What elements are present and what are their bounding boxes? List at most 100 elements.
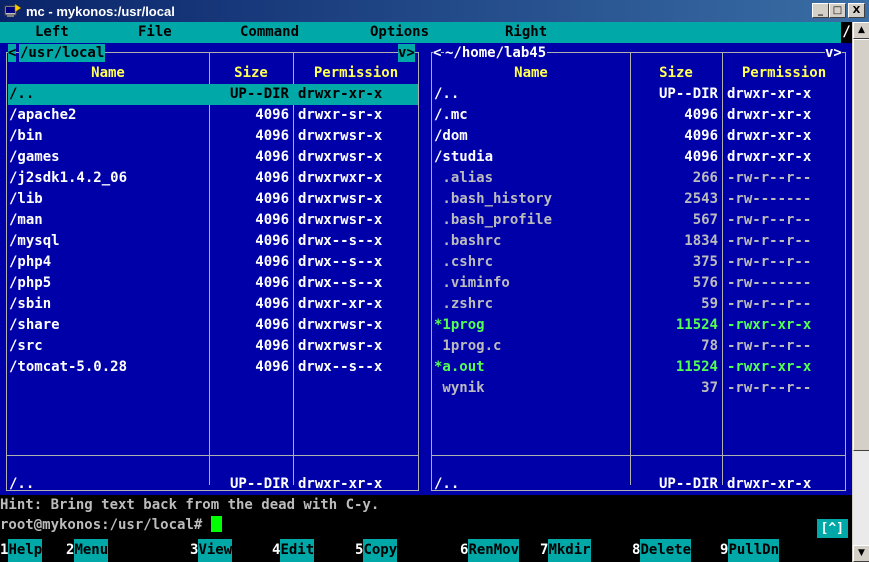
menu-options[interactable]: Options bbox=[370, 22, 429, 43]
fkey-number: 5 bbox=[355, 542, 364, 558]
file-name: /.. bbox=[434, 86, 460, 102]
terminal-area[interactable]: Left File Command Options Right / < /usr… bbox=[0, 22, 852, 562]
file-row[interactable]: /.. UP--DIR drwxr-xr-x bbox=[8, 84, 418, 105]
scroll-down-button[interactable]: ▼ bbox=[853, 545, 869, 562]
file-row[interactable]: .alias 266 -rw-r--r-- bbox=[433, 168, 845, 189]
file-row[interactable]: wynik 37 -rw-r--r-- bbox=[433, 378, 845, 399]
file-name: .bashrc bbox=[434, 233, 502, 249]
right-panel-history[interactable]: v> bbox=[825, 44, 842, 62]
fkey-delete[interactable]: 8Delete bbox=[632, 539, 692, 562]
file-row[interactable]: 1prog.c 78 -rw-r--r-- bbox=[433, 336, 845, 357]
maximize-button[interactable]: □ bbox=[829, 3, 846, 18]
file-row[interactable]: /apache2 4096 drwxr-sr-x bbox=[8, 105, 418, 126]
file-perm: drwxr-xr-x bbox=[298, 296, 383, 312]
file-perm: -rwxr-xr-x bbox=[727, 359, 812, 375]
history-toggle-button[interactable]: [^] bbox=[816, 519, 848, 538]
file-row[interactable]: *1prog 11524 -rwxr-xr-x bbox=[433, 315, 845, 336]
scroll-thumb[interactable] bbox=[853, 39, 869, 451]
file-perm: drwxr-xr-x bbox=[727, 149, 812, 165]
file-row[interactable]: .cshrc 375 -rw-r--r-- bbox=[433, 252, 845, 273]
shell-prompt[interactable]: root@mykonos:/usr/local# bbox=[0, 515, 852, 536]
file-name: /.. bbox=[9, 86, 35, 102]
file-row[interactable]: .bash_history 2543 -rw------- bbox=[433, 189, 845, 210]
fkey-number: 7 bbox=[540, 542, 549, 558]
file-row[interactable]: .viminfo 576 -rw------- bbox=[433, 273, 845, 294]
left-panel-history[interactable]: v> bbox=[398, 44, 415, 62]
file-row[interactable]: /share 4096 drwxrwsr-x bbox=[8, 315, 418, 336]
file-row[interactable]: /bin 4096 drwxrwsr-x bbox=[8, 126, 418, 147]
window-titlebar[interactable]: mc - mykonos:/usr/local _ □ X bbox=[0, 0, 869, 22]
menu-file[interactable]: File bbox=[138, 22, 172, 43]
file-size: 4096 bbox=[255, 149, 289, 165]
file-size: 2543 bbox=[684, 191, 718, 207]
fkey-copy[interactable]: 5Copy bbox=[355, 539, 398, 562]
file-size: 1834 bbox=[684, 233, 718, 249]
right-status-size: UP--DIR bbox=[658, 476, 718, 492]
file-perm: -rw-r--r-- bbox=[727, 233, 812, 249]
fkey-help[interactable]: 1Help bbox=[0, 539, 43, 562]
right-panel-prev-dir[interactable]: < bbox=[433, 44, 442, 62]
fkey-menu[interactable]: 2Menu bbox=[66, 539, 109, 562]
file-row[interactable]: /php4 4096 drwx--s--x bbox=[8, 252, 418, 273]
file-row[interactable]: /src 4096 drwxrwsr-x bbox=[8, 336, 418, 357]
fkey-label: Edit bbox=[280, 539, 315, 562]
right-header-permission[interactable]: Permission bbox=[723, 63, 845, 83]
fkey-pulldn[interactable]: 9PullDn bbox=[720, 539, 780, 562]
file-row[interactable]: /j2sdk1.4.2_06 4096 drwxrwxr-x bbox=[8, 168, 418, 189]
file-perm: drwx--s--x bbox=[298, 359, 383, 375]
left-panel[interactable]: < /usr/local v> Name Size Permission /..… bbox=[0, 43, 425, 495]
file-size: 59 bbox=[701, 296, 718, 312]
fkey-renmov[interactable]: 6RenMov bbox=[460, 539, 520, 562]
file-size: 4096 bbox=[684, 107, 718, 123]
file-row[interactable]: /man 4096 drwxrwsr-x bbox=[8, 210, 418, 231]
left-header-name[interactable]: Name bbox=[8, 63, 208, 83]
file-size: 37 bbox=[701, 380, 718, 396]
file-row[interactable]: /games 4096 drwxrwsr-x bbox=[8, 147, 418, 168]
file-row[interactable]: .bash_profile 567 -rw-r--r-- bbox=[433, 210, 845, 231]
file-size: 11524 bbox=[675, 317, 718, 333]
fkey-label: Help bbox=[8, 539, 43, 562]
vertical-scrollbar[interactable]: ▲ ▼ bbox=[852, 22, 869, 562]
file-row[interactable]: .bashrc 1834 -rw-r--r-- bbox=[433, 231, 845, 252]
minimize-button[interactable]: _ bbox=[812, 3, 829, 18]
text-cursor bbox=[210, 516, 222, 532]
file-name: /share bbox=[9, 317, 60, 333]
file-row[interactable]: *a.out 11524 -rwxr-xr-x bbox=[433, 357, 845, 378]
file-row[interactable]: /lib 4096 drwxrwsr-x bbox=[8, 189, 418, 210]
file-perm: drwxrwsr-x bbox=[298, 191, 383, 207]
fkey-label: RenMov bbox=[468, 539, 520, 562]
left-status-name: /.. bbox=[9, 476, 35, 492]
file-row[interactable]: /.mc 4096 drwxr-xr-x bbox=[433, 105, 845, 126]
file-perm: -rw-r--r-- bbox=[727, 296, 812, 312]
fkey-mkdir[interactable]: 7Mkdir bbox=[540, 539, 591, 562]
fkey-number: 6 bbox=[460, 542, 469, 558]
file-name: /lib bbox=[9, 191, 43, 207]
left-panel-prev-dir[interactable]: < bbox=[8, 44, 17, 62]
file-row[interactable]: /tomcat-5.0.28 4096 drwx--s--x bbox=[8, 357, 418, 378]
file-row[interactable]: /.. UP--DIR drwxr-xr-x bbox=[433, 84, 845, 105]
left-header-permission[interactable]: Permission bbox=[294, 63, 418, 83]
file-name: /php4 bbox=[9, 254, 52, 270]
file-row[interactable]: /sbin 4096 drwxr-xr-x bbox=[8, 294, 418, 315]
menu-command[interactable]: Command bbox=[240, 22, 299, 43]
file-size: 4096 bbox=[255, 212, 289, 228]
file-row[interactable]: /php5 4096 drwx--s--x bbox=[8, 273, 418, 294]
right-panel[interactable]: < ~/home/lab45 v> Name Size Permission /… bbox=[425, 43, 852, 495]
menubar-end-marker: / bbox=[841, 22, 852, 43]
close-button[interactable]: X bbox=[848, 3, 865, 18]
menu-left[interactable]: Left bbox=[35, 22, 69, 43]
menu-right[interactable]: Right bbox=[505, 22, 547, 43]
right-header-size[interactable]: Size bbox=[631, 63, 721, 83]
fkey-edit[interactable]: 4Edit bbox=[272, 539, 315, 562]
file-perm: drwxr-xr-x bbox=[727, 86, 812, 102]
file-row[interactable]: /studia 4096 drwxr-xr-x bbox=[433, 147, 845, 168]
right-header-name[interactable]: Name bbox=[433, 63, 629, 83]
file-row[interactable]: /dom 4096 drwxr-xr-x bbox=[433, 126, 845, 147]
file-size: 4096 bbox=[255, 317, 289, 333]
left-header-size[interactable]: Size bbox=[210, 63, 292, 83]
file-size: 266 bbox=[692, 170, 718, 186]
file-row[interactable]: .zshrc 59 -rw-r--r-- bbox=[433, 294, 845, 315]
fkey-view[interactable]: 3View bbox=[190, 539, 233, 562]
file-row[interactable]: /mysql 4096 drwx--s--x bbox=[8, 231, 418, 252]
scroll-up-button[interactable]: ▲ bbox=[853, 22, 869, 39]
